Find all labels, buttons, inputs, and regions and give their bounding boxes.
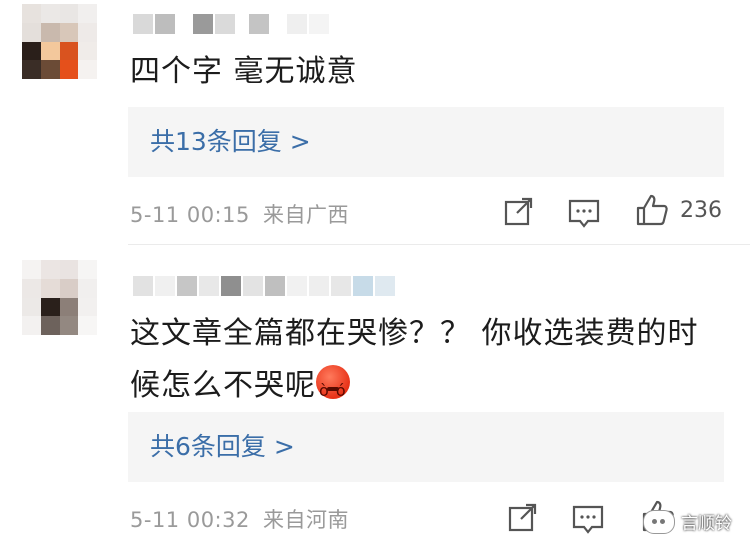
share-icon[interactable]	[504, 500, 540, 536]
wechat-logo-icon	[643, 509, 675, 534]
avatar[interactable]	[22, 4, 97, 79]
location: 来自河南	[263, 508, 350, 532]
watermark: 言顺铃	[643, 509, 732, 534]
comment-meta: 5-11 00:15 来自广西	[130, 199, 349, 229]
timestamp: 5-11 00:15	[130, 203, 250, 227]
like-count: 236	[680, 198, 722, 223]
comment-text-line-with-emoji: 候怎么不哭呢	[130, 360, 699, 417]
comment-text-line: 四个字 毫无诚意	[130, 54, 358, 89]
comment-text: 这文章全篇都在哭惨？？ 你收选装费的时 候怎么不哭呢	[130, 308, 699, 417]
replies-box[interactable]: 共13条回复 >	[128, 107, 724, 177]
username-censored[interactable]	[133, 276, 395, 296]
view-replies-link[interactable]: 共13条回复 >	[150, 107, 311, 177]
username-censored[interactable]	[133, 14, 329, 34]
angry-face-emoji-icon	[316, 365, 350, 417]
view-replies-link[interactable]: 共6条回复 >	[150, 412, 295, 482]
timestamp: 5-11 00:32	[130, 508, 250, 532]
comment-icon[interactable]	[566, 194, 602, 230]
comment-text-line: 候怎么不哭呢	[130, 368, 316, 403]
comment-icon[interactable]	[570, 500, 606, 536]
avatar[interactable]	[22, 260, 97, 335]
share-icon[interactable]	[500, 194, 536, 230]
comment-text: 四个字 毫无诚意	[130, 46, 358, 98]
comment-text-line: 这文章全篇都在哭惨？？ 你收选装费的时	[130, 316, 699, 351]
replies-box[interactable]: 共6条回复 >	[128, 412, 724, 482]
thumbs-up-icon[interactable]	[634, 192, 670, 228]
location: 来自广西	[263, 203, 350, 227]
divider	[128, 244, 750, 245]
comment-meta: 5-11 00:32 来自河南	[130, 504, 349, 534]
watermark-text: 言顺铃	[681, 514, 732, 534]
